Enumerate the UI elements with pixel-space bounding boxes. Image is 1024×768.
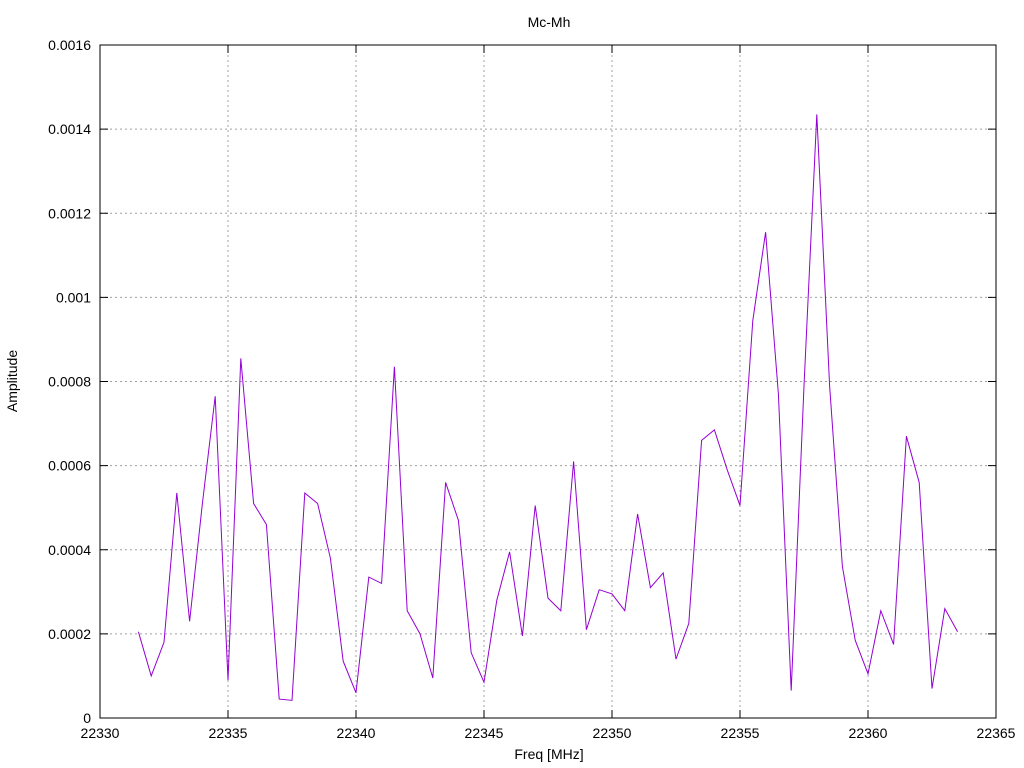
data-point	[496, 600, 497, 601]
data-point	[829, 385, 830, 386]
data-point	[176, 492, 177, 493]
data-point	[573, 461, 574, 462]
data-point	[906, 436, 907, 437]
y-tick-label: 0.0004	[48, 542, 91, 558]
data-point	[944, 608, 945, 609]
data-point	[355, 692, 356, 693]
data-point	[816, 114, 817, 115]
data-point	[317, 503, 318, 504]
chart-background	[0, 0, 1024, 768]
data-point	[445, 482, 446, 483]
data-point	[791, 690, 792, 691]
x-tick-label: 22350	[593, 725, 632, 741]
data-point	[291, 700, 292, 701]
data-point	[253, 503, 254, 504]
data-point	[240, 358, 241, 359]
chart-title: Mc-Mh	[528, 14, 571, 30]
data-point	[624, 610, 625, 611]
data-point	[599, 589, 600, 590]
data-point	[471, 652, 472, 653]
data-point	[368, 576, 369, 577]
data-point	[509, 551, 510, 552]
data-point	[394, 366, 395, 367]
data-point	[867, 673, 868, 674]
data-point	[202, 503, 203, 504]
x-tick-label: 22360	[849, 725, 888, 741]
x-tick-label: 22335	[209, 725, 248, 741]
data-point	[765, 232, 766, 233]
y-axis-title: Amplitude	[4, 350, 20, 412]
data-point	[752, 320, 753, 321]
data-point	[727, 469, 728, 470]
data-point	[227, 680, 228, 681]
x-tick-label: 22365	[977, 725, 1016, 741]
x-tick-label: 22330	[81, 725, 120, 741]
data-point	[778, 394, 779, 395]
data-point	[893, 644, 894, 645]
data-point	[522, 635, 523, 636]
y-tick-label: 0	[83, 710, 91, 726]
data-point	[663, 572, 664, 573]
data-point	[560, 610, 561, 611]
data-point	[458, 520, 459, 521]
data-point	[957, 631, 958, 632]
data-point	[163, 642, 164, 643]
data-point	[880, 610, 881, 611]
data-point	[343, 661, 344, 662]
data-point	[381, 583, 382, 584]
data-point	[266, 524, 267, 525]
data-point	[189, 621, 190, 622]
data-point	[483, 682, 484, 683]
x-tick-label: 22355	[721, 725, 760, 741]
data-point	[803, 385, 804, 386]
y-tick-label: 0.0008	[48, 374, 91, 390]
data-point	[547, 598, 548, 599]
y-tick-label: 0.001	[56, 289, 91, 305]
data-point	[535, 505, 536, 506]
x-axis-title: Freq [MHz]	[514, 746, 583, 762]
x-tick-label: 22345	[465, 725, 504, 741]
y-tick-label: 0.0006	[48, 458, 91, 474]
chart: 0 0.0002 0.0004 0.0006 0.0008 0.001 0.0012 0.00…	[0, 0, 1024, 768]
data-point	[407, 610, 408, 611]
data-point	[279, 698, 280, 699]
data-point	[419, 633, 420, 634]
data-point	[842, 566, 843, 567]
data-point	[701, 440, 702, 441]
data-point	[432, 677, 433, 678]
data-point	[151, 675, 152, 676]
data-point	[931, 688, 932, 689]
data-point	[138, 631, 139, 632]
data-point	[586, 629, 587, 630]
data-point	[739, 505, 740, 506]
y-tick-label: 0.0014	[48, 121, 91, 137]
data-point	[304, 492, 305, 493]
data-point	[688, 623, 689, 624]
x-tick-label: 22340	[337, 725, 376, 741]
data-point	[215, 396, 216, 397]
data-point	[611, 593, 612, 594]
data-point	[855, 640, 856, 641]
data-point	[675, 659, 676, 660]
data-point	[637, 513, 638, 514]
data-point	[330, 558, 331, 559]
y-tick-label: 0.0002	[48, 626, 91, 642]
y-tick-label: 0.0016	[48, 37, 91, 53]
data-point	[650, 587, 651, 588]
data-point	[714, 429, 715, 430]
y-tick-label: 0.0012	[48, 205, 91, 221]
data-point	[919, 482, 920, 483]
